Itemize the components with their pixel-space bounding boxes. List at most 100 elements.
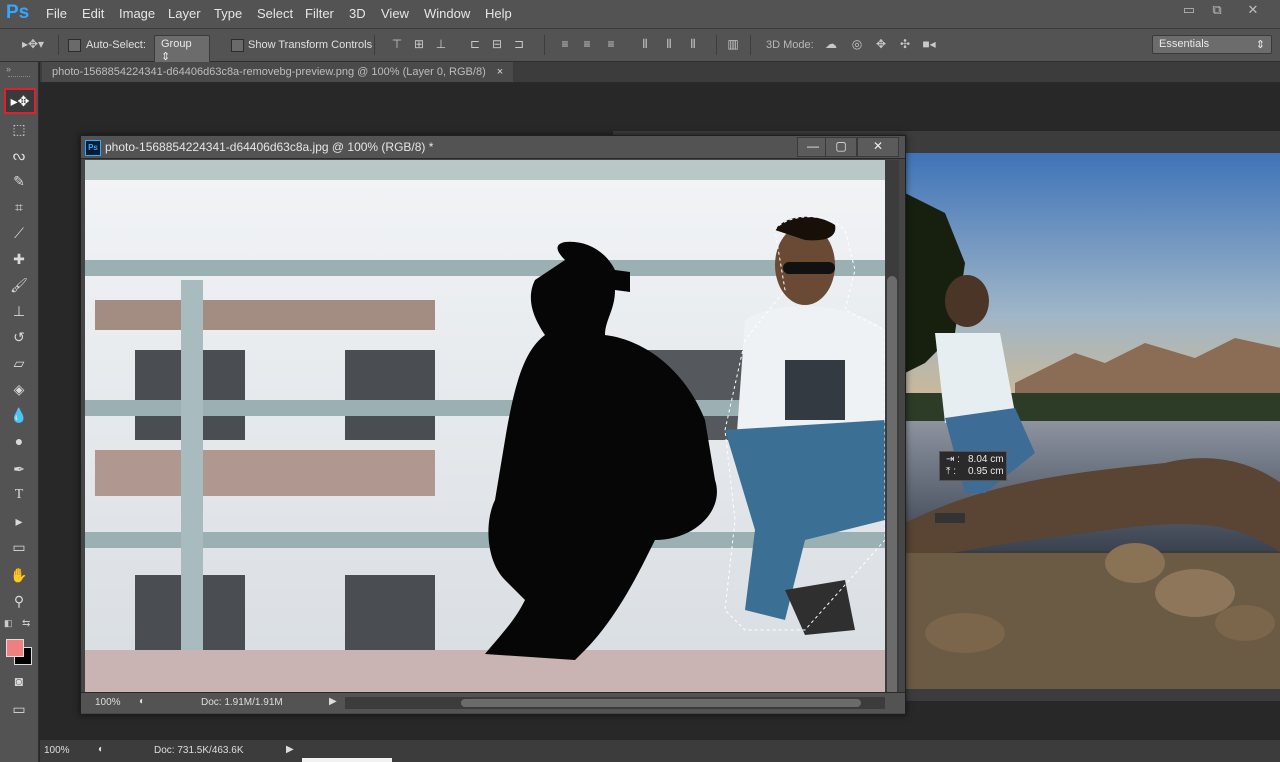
type-tool[interactable]: T bbox=[6, 484, 32, 506]
eyedropper-tool[interactable]: ⟋ bbox=[6, 222, 32, 244]
default-colors-icon[interactable]: ◧ bbox=[4, 618, 13, 629]
balcony-railing bbox=[95, 450, 435, 496]
marquee-tool[interactable]: ⬚ bbox=[6, 118, 32, 140]
quick-select-tool[interactable]: ✎ bbox=[6, 170, 32, 192]
hand-tool[interactable]: ✋ bbox=[6, 564, 32, 586]
document-tab-active[interactable]: photo-1568854224341-d64406d63c8a-removeb… bbox=[42, 62, 514, 82]
divider bbox=[544, 35, 545, 55]
distribute-hcenter-icon[interactable]: ⫴ bbox=[662, 37, 676, 51]
menu-view[interactable]: View bbox=[381, 6, 409, 21]
document-tabs: photo-1568854224341-d64406d63c8a-removeb… bbox=[40, 62, 1280, 83]
align-bottom-icon[interactable]: ⊥ bbox=[434, 37, 448, 51]
show-transform-checkbox[interactable] bbox=[231, 39, 244, 52]
distribute-top-icon[interactable]: ≡ bbox=[558, 37, 572, 51]
measure-tooltip: ⇥ : 8.04 cm ⤒ : 0.95 cm bbox=[939, 451, 1007, 481]
distribute-right-icon[interactable]: ⫴ bbox=[686, 37, 700, 51]
3d-rotate-icon[interactable]: ☁ bbox=[824, 37, 838, 51]
menu-file[interactable]: File bbox=[46, 6, 67, 21]
rock bbox=[1105, 543, 1165, 583]
dropdown-arrow-icon: ⇕ bbox=[1255, 39, 1265, 51]
foreground-color-swatch[interactable] bbox=[6, 639, 24, 657]
zoom-level[interactable]: 100% bbox=[95, 697, 121, 708]
align-right-icon[interactable]: ⊐ bbox=[512, 37, 526, 51]
paint-bucket-tool[interactable]: ◈ bbox=[6, 378, 32, 400]
doc-close-button[interactable]: ✕ bbox=[857, 137, 899, 157]
bottom-status-info-icon[interactable]: ◐ bbox=[98, 744, 104, 755]
document-canvas[interactable] bbox=[85, 160, 885, 692]
menu-help[interactable]: Help bbox=[485, 6, 512, 21]
vertical-scrollbar[interactable] bbox=[885, 160, 899, 696]
progress-strip bbox=[302, 758, 392, 762]
bottom-status-arrow-icon[interactable]: ▶ bbox=[286, 744, 294, 755]
distribute-vcenter-icon[interactable]: ≡ bbox=[580, 37, 594, 51]
panel-grip[interactable] bbox=[8, 76, 30, 79]
auto-select-checkbox[interactable] bbox=[68, 39, 81, 52]
rectangle-tool[interactable]: ▭ bbox=[6, 536, 32, 558]
auto-select-target-value: Group bbox=[161, 38, 192, 50]
balcony-railing bbox=[95, 300, 435, 330]
path-selection-tool[interactable]: ▸ bbox=[6, 510, 32, 532]
menu-edit[interactable]: Edit bbox=[82, 6, 104, 21]
status-menu-arrow-icon[interactable]: ▶ bbox=[329, 696, 337, 707]
document-window[interactable]: Ps photo-1568854224341-d64406d63c8a.jpg … bbox=[80, 135, 1007, 715]
panel-collapse-icon[interactable]: » bbox=[6, 64, 11, 74]
app-restore-button[interactable]: ⧉ bbox=[1204, 2, 1230, 20]
doc-maximize-button[interactable]: ▢ bbox=[825, 137, 857, 157]
distribute-bottom-icon[interactable]: ≡ bbox=[604, 37, 618, 51]
clone-stamp-tool[interactable]: ⊥ bbox=[6, 300, 32, 322]
vertical-scroll-thumb[interactable] bbox=[887, 276, 897, 696]
status-info-icon[interactable]: ◐ bbox=[139, 696, 145, 707]
menu-type[interactable]: Type bbox=[214, 6, 242, 21]
horizontal-scrollbar[interactable] bbox=[345, 697, 885, 709]
menu-bar: Ps File Edit Image Layer Type Select Fil… bbox=[0, 0, 1280, 29]
align-left-icon[interactable]: ⊏ bbox=[468, 37, 482, 51]
workspace-dropdown[interactable]: Essentials ⇕ bbox=[1152, 35, 1272, 54]
pen-tool[interactable]: ✒ bbox=[6, 458, 32, 480]
healing-brush-tool[interactable]: ✚ bbox=[6, 248, 32, 270]
3d-roll-icon[interactable]: ◎ bbox=[850, 37, 864, 51]
menu-window[interactable]: Window bbox=[424, 6, 470, 21]
crop-tool[interactable]: ⌗ bbox=[6, 196, 32, 218]
3d-slide-icon[interactable]: ✣ bbox=[898, 37, 912, 51]
align-hcenter-icon[interactable]: ⊟ bbox=[490, 37, 504, 51]
floor-deck bbox=[85, 650, 885, 692]
window-pane bbox=[345, 350, 435, 440]
landscape-canvas[interactable] bbox=[905, 153, 1280, 689]
brush-tool[interactable]: 🖌 bbox=[6, 274, 32, 296]
building-top-band bbox=[85, 160, 885, 180]
eraser-tool[interactable]: ▱ bbox=[6, 352, 32, 374]
document-title: photo-1568854224341-d64406d63c8a.jpg @ 1… bbox=[105, 140, 434, 154]
bottom-zoom-level[interactable]: 100% bbox=[44, 745, 70, 756]
quick-mask-icon[interactable]: ◙ bbox=[6, 670, 32, 692]
document-titlebar[interactable]: Ps photo-1568854224341-d64406d63c8a.jpg … bbox=[81, 136, 905, 159]
menu-filter[interactable]: Filter bbox=[305, 6, 334, 21]
menu-layer[interactable]: Layer bbox=[168, 6, 201, 21]
auto-align-icon[interactable]: ▥ bbox=[726, 37, 740, 51]
align-vcenter-icon[interactable]: ⊞ bbox=[412, 37, 426, 51]
zoom-tool[interactable]: ⚲ bbox=[6, 590, 32, 612]
rock bbox=[1215, 605, 1275, 641]
move-tool-preset-icon[interactable]: ▸✥▾ bbox=[20, 37, 46, 51]
options-bar: ▸✥▾ Auto-Select: Group ⇕ Show Transform … bbox=[0, 29, 1280, 66]
distribute-left-icon[interactable]: ⫴ bbox=[638, 37, 652, 51]
3d-mode-label: 3D Mode: bbox=[766, 39, 814, 51]
blur-tool[interactable]: 💧 bbox=[6, 404, 32, 426]
3d-drag-icon[interactable]: ✥ bbox=[874, 37, 888, 51]
horizontal-scroll-thumb[interactable] bbox=[461, 699, 861, 707]
3d-scale-icon[interactable]: ■◂ bbox=[922, 37, 936, 51]
screen-mode-icon[interactable]: ▭ bbox=[6, 698, 32, 720]
move-tool[interactable]: ▸✥ bbox=[4, 88, 36, 114]
lasso-tool[interactable]: ᔓ bbox=[6, 144, 32, 166]
dodge-tool[interactable]: ● bbox=[6, 430, 32, 452]
menu-3d[interactable]: 3D bbox=[349, 6, 366, 21]
menu-image[interactable]: Image bbox=[119, 6, 155, 21]
rock bbox=[925, 613, 1005, 653]
app-minimize-button[interactable]: ▭ bbox=[1176, 2, 1202, 20]
menu-select[interactable]: Select bbox=[257, 6, 293, 21]
swap-colors-icon[interactable]: ⇆ bbox=[22, 618, 30, 629]
history-brush-tool[interactable]: ↺ bbox=[6, 326, 32, 348]
bottom-statusbar: 100% ◐ Doc: 731.5K/463.6K ▶ bbox=[40, 740, 1280, 762]
tab-close-icon[interactable]: × bbox=[497, 66, 503, 78]
app-close-button[interactable]: ✕ bbox=[1240, 2, 1266, 20]
align-top-icon[interactable]: ⊤ bbox=[390, 37, 404, 51]
